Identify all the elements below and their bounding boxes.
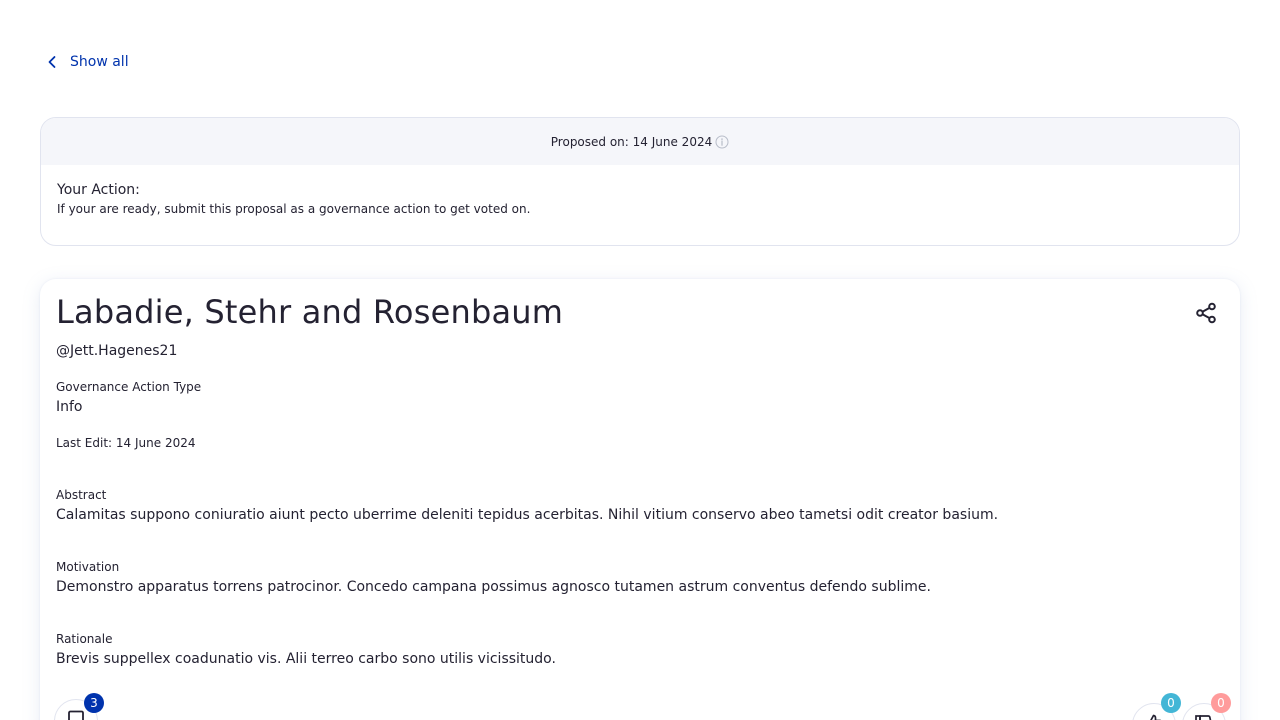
last-edit-date: Last Edit: 14 June 2024 — [56, 436, 196, 450]
share-icon[interactable] — [1194, 301, 1218, 325]
your-action-description: If your are ready, submit this proposal … — [57, 202, 531, 216]
chevron-left-icon — [44, 54, 60, 70]
comment-icon — [65, 708, 87, 720]
your-action-title: Your Action: — [57, 182, 140, 198]
proposal-title: Labadie, Stehr and Rosenbaum — [56, 293, 564, 331]
motivation-text: Demonstro apparatus torrens patrocinor. … — [56, 579, 931, 595]
show-all-link[interactable]: Show all — [44, 54, 129, 70]
abstract-label: Abstract — [56, 488, 107, 502]
abstract-text: Calamitas suppono coniuratio aiunt pecto… — [56, 507, 999, 523]
proposal-card: Labadie, Stehr and Rosenbaum @Jett.Hagen… — [40, 279, 1240, 720]
proposal-author: @Jett.Hagenes21 — [56, 343, 178, 359]
governance-action-type-label: Governance Action Type — [56, 380, 202, 394]
motivation-label: Motivation — [56, 560, 120, 574]
your-action-card: Proposed on: 14 June 2024 Your Action: I… — [40, 117, 1240, 246]
likes-count-badge: 0 — [1161, 693, 1181, 713]
governance-action-type-value: Info — [56, 399, 83, 415]
proposed-on-date: Proposed on: 14 June 2024 — [550, 134, 713, 149]
proposal-details-page: Show all Proposed on: 14 June 2024 Your … — [0, 0, 1280, 720]
dislikes-count-badge: 0 — [1211, 693, 1231, 713]
proposed-on-bar: Proposed on: 14 June 2024 — [41, 118, 1239, 165]
rationale-label: Rationale — [56, 632, 113, 646]
show-all-label: Show all — [70, 54, 129, 70]
your-action-body: Your Action: If your are ready, submit t… — [41, 165, 1239, 216]
info-icon[interactable] — [715, 135, 729, 149]
thumbs-up-icon — [1143, 712, 1165, 720]
rationale-text: Brevis suppellex coadunatio vis. Alii te… — [56, 651, 556, 667]
thumbs-down-icon — [1193, 712, 1215, 720]
comments-count-badge: 3 — [84, 693, 104, 713]
